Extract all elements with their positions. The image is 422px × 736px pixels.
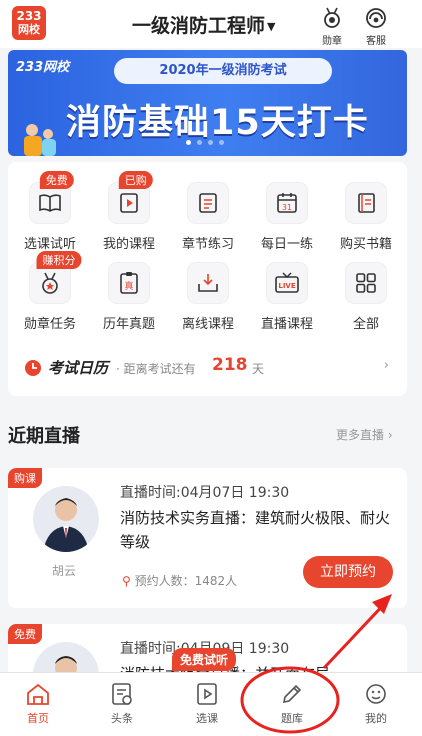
grid-item-past-exams[interactable]: 真 历年真题 bbox=[93, 262, 165, 332]
tab-label: 题库 bbox=[281, 712, 303, 725]
grid-item-my-courses[interactable]: 已购 我的课程 bbox=[93, 171, 165, 252]
banner-exam-title: 2020年一级消防考试 bbox=[114, 58, 332, 84]
grid-label: 直播课程 bbox=[260, 317, 313, 332]
tab-label: 头条 bbox=[111, 712, 133, 725]
profile-icon bbox=[366, 684, 386, 704]
tab-question-bank[interactable]: 题库 bbox=[262, 681, 322, 726]
grid-label: 我的课程 bbox=[102, 237, 155, 252]
medal-icon bbox=[324, 7, 340, 28]
carousel-dot[interactable] bbox=[219, 140, 224, 145]
grid-label: 历年真题 bbox=[102, 317, 155, 332]
calendar-31-icon: 31 bbox=[266, 182, 308, 224]
chevron-right-icon: › bbox=[383, 358, 389, 373]
video-play-icon: 已购 bbox=[108, 171, 153, 224]
logo-text-top: 233 bbox=[16, 9, 42, 23]
exam-calendar-row[interactable]: 考试日历 · 距离考试还有 218 天 › bbox=[8, 352, 407, 392]
book-open-icon: 免费 bbox=[29, 171, 74, 224]
banner-brand: 233网校 bbox=[16, 60, 70, 75]
carousel-dot[interactable] bbox=[208, 140, 213, 145]
tab-courses[interactable]: 选课 bbox=[177, 681, 237, 726]
grid-label: 勋章任务 bbox=[23, 317, 76, 332]
download-tray-icon bbox=[187, 262, 229, 304]
section-title-live: 近期直播 bbox=[8, 426, 80, 447]
reserve-button[interactable]: 立即预约 bbox=[303, 556, 393, 588]
grid-tag-earn-points: 赚积分 bbox=[36, 251, 82, 269]
grid-tag-free: 免费 bbox=[39, 171, 74, 189]
live-time: 直播时间:04月07日 19:30 bbox=[120, 485, 290, 501]
carousel-dot[interactable] bbox=[186, 140, 191, 145]
function-grid-card: 免费 选课试听 已购 我的课程 章节练习 31 每日一练 购买书籍 赚积分 勋章… bbox=[8, 162, 407, 396]
person-icon: ⚲ bbox=[122, 574, 131, 588]
medal-button[interactable]: 勋章 bbox=[312, 6, 352, 47]
grid-label: 每日一练 bbox=[260, 237, 313, 252]
grid-label: 购买书籍 bbox=[339, 237, 392, 252]
customer-service-button[interactable]: 客服 bbox=[356, 6, 396, 47]
top-header: 233 网校 一级消防工程师 ▼ 勋章 客服 bbox=[0, 0, 422, 48]
grid-label: 离线课程 bbox=[181, 317, 234, 332]
days-remaining: 218 bbox=[212, 355, 248, 375]
promo-banner[interactable]: 233网校 2020年一级消防考试 消防基础15天打卡 bbox=[8, 50, 407, 156]
tab-profile[interactable]: 我的 bbox=[346, 681, 406, 726]
free-trial-badge[interactable]: 免费试听 bbox=[172, 648, 237, 671]
grid-item-chapter-practice[interactable]: 章节练习 bbox=[172, 182, 244, 252]
grid-tag-purchased: 已购 bbox=[118, 171, 153, 189]
exam-paper-icon: 真 bbox=[108, 262, 150, 304]
calendar-subtitle: · 距离考试还有 bbox=[116, 362, 196, 376]
days-unit: 天 bbox=[252, 362, 265, 376]
grid-label: 全部 bbox=[352, 317, 379, 332]
grid-item-buy-books[interactable]: 购买书籍 bbox=[330, 182, 402, 252]
home-icon bbox=[27, 683, 49, 705]
live-title: 消防技术实务直播：建筑耐火极限、耐火等级 bbox=[120, 509, 391, 551]
reservation-count: ⚲ 预约人数：1482人 bbox=[122, 572, 237, 589]
grid-label: 选课试听 bbox=[23, 237, 76, 252]
headset-icon bbox=[366, 8, 386, 28]
logo-text-bottom: 网校 bbox=[18, 23, 40, 36]
exam-selector[interactable]: 一级消防工程师 ▼ bbox=[132, 11, 275, 38]
live-badge: 购课 bbox=[8, 468, 42, 488]
tab-label: 选课 bbox=[196, 712, 218, 725]
live-card[interactable]: 购课 胡云 直播时间:04月07日 19:30 消防技术实务直播：建筑耐火极限、… bbox=[8, 468, 407, 608]
pencil-icon bbox=[282, 684, 302, 704]
tab-home[interactable]: 首页 bbox=[8, 681, 68, 726]
teacher-avatar bbox=[33, 486, 99, 552]
grid-item-course-trial[interactable]: 免费 选课试听 bbox=[14, 171, 86, 252]
grid-item-offline-courses[interactable]: 离线课程 bbox=[172, 262, 244, 332]
book-stack-icon bbox=[345, 182, 387, 224]
tab-news[interactable]: 头条 bbox=[92, 681, 152, 726]
grid-label: 章节练习 bbox=[181, 237, 234, 252]
clock-icon bbox=[25, 360, 41, 376]
tv-live-icon: LIVE bbox=[266, 262, 308, 304]
reservation-count-text: 预约人数：1482人 bbox=[134, 574, 238, 588]
banner-illustration bbox=[24, 124, 56, 156]
list-doc-icon bbox=[187, 182, 229, 224]
grid-item-medal-tasks[interactable]: 赚积分 勋章任务 bbox=[14, 251, 86, 332]
bottom-tab-bar: 首页 头条 选课 题库 我的 bbox=[0, 672, 422, 736]
tab-label: 首页 bbox=[27, 712, 49, 725]
calendar-icon-text: 31 bbox=[282, 203, 292, 212]
dropdown-caret-icon: ▼ bbox=[267, 20, 276, 33]
app-logo[interactable]: 233 网校 bbox=[12, 6, 46, 40]
calendar-title: 考试日历 bbox=[48, 359, 109, 377]
news-icon bbox=[112, 683, 132, 705]
page-title: 一级消防工程师 bbox=[132, 15, 266, 37]
tab-label: 我的 bbox=[365, 712, 387, 725]
course-icon bbox=[197, 683, 217, 705]
banner-headline: 消防基础15天打卡 bbox=[66, 103, 369, 143]
live-icon-text: LIVE bbox=[278, 282, 295, 290]
teacher-name: 胡云 bbox=[52, 564, 77, 578]
service-label: 客服 bbox=[366, 36, 386, 47]
live-badge: 免费 bbox=[8, 624, 42, 644]
medal-icon: 赚积分 bbox=[29, 251, 82, 304]
grid-item-all[interactable]: 全部 bbox=[330, 262, 402, 332]
exam-icon-text: 真 bbox=[124, 280, 133, 292]
more-live-link[interactable]: 更多直播 › bbox=[336, 426, 393, 443]
medal-label: 勋章 bbox=[322, 36, 342, 47]
banner-carousel-dots[interactable] bbox=[186, 140, 224, 145]
carousel-dot[interactable] bbox=[197, 140, 202, 145]
grid-all-icon bbox=[345, 262, 387, 304]
grid-item-live-courses[interactable]: LIVE 直播课程 bbox=[251, 262, 323, 332]
grid-item-daily-practice[interactable]: 31 每日一练 bbox=[251, 182, 323, 252]
